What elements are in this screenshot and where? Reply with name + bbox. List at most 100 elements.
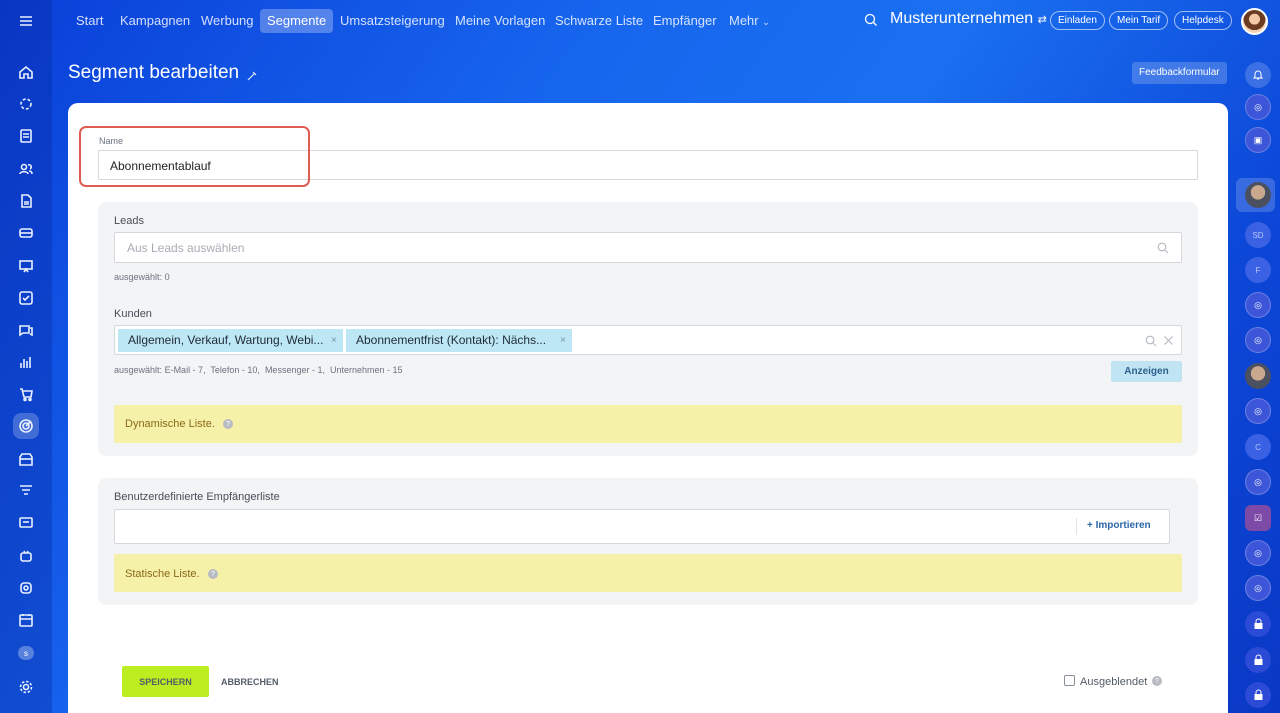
bell-icon[interactable] xyxy=(1245,62,1271,88)
customers-label: Kunden xyxy=(114,308,152,320)
name-highlight xyxy=(79,126,310,187)
nav-meine-vorlagen[interactable]: Meine Vorlagen xyxy=(448,9,552,33)
nav-empfaenger[interactable]: Empfänger xyxy=(646,9,724,33)
chevron-down-icon: ⌄ xyxy=(762,17,770,27)
nav-segmente[interactable]: Segmente xyxy=(260,9,334,33)
left-sidebar: s xyxy=(0,0,52,713)
leads-selected-count: 0 xyxy=(164,272,170,282)
company-name-label: Musterunternehmen xyxy=(890,10,1034,27)
custom-list-label: Benutzerdefinierte Empfängerliste xyxy=(114,491,280,503)
avatar[interactable] xyxy=(1245,182,1271,208)
avatar[interactable] xyxy=(1245,363,1271,389)
chat-search-icon[interactable]: ▣ xyxy=(1245,127,1271,153)
customer-tag[interactable]: Abonnementfrist (Kontakt): Nächs... × xyxy=(346,329,572,352)
document-icon[interactable] xyxy=(13,123,39,149)
custom-list-input[interactable] xyxy=(114,509,1170,544)
funnel-icon[interactable] xyxy=(13,478,39,504)
tasks-icon[interactable]: ☑ xyxy=(1245,505,1271,531)
presentation-icon[interactable] xyxy=(13,253,39,279)
card-icon[interactable] xyxy=(13,220,39,246)
dynamic-list-text: Dynamische Liste. xyxy=(125,418,215,430)
feedback-button[interactable]: Feedbackformular xyxy=(1132,62,1227,84)
analytics-icon[interactable] xyxy=(13,349,39,375)
tag-label: Allgemein, Verkauf, Wartung, Webi... xyxy=(128,333,324,347)
robot-icon[interactable] xyxy=(13,543,39,569)
import-button[interactable]: + Importieren xyxy=(1087,520,1151,531)
pin-icon[interactable] xyxy=(246,69,258,81)
cart-icon[interactable] xyxy=(13,381,39,407)
customers-selected: ausgewählt: E-Mail - 7, Telefon - 10, Me… xyxy=(114,365,403,375)
leads-placeholder: Aus Leads auswählen xyxy=(127,241,245,255)
marketing-icon[interactable]: ◎ xyxy=(1245,469,1271,495)
marketing-icon[interactable]: ◎ xyxy=(1245,327,1271,353)
user-avatar[interactable] xyxy=(1241,8,1268,35)
top-navigation: Start Kampagnen Werbung Segmente Umsatzs… xyxy=(52,0,1280,42)
hidden-checkbox[interactable] xyxy=(1064,675,1075,686)
home-icon[interactable] xyxy=(13,59,39,85)
nav-schwarze-liste[interactable]: Schwarze Liste xyxy=(548,9,650,33)
static-list-note xyxy=(114,554,1182,592)
marketing-icon[interactable]: ◎ xyxy=(1245,575,1271,601)
dynamic-list-note xyxy=(114,405,1182,443)
marketing-icon[interactable]: ◎ xyxy=(1245,94,1271,120)
search-icon[interactable] xyxy=(1157,242,1169,254)
chat-icon[interactable] xyxy=(13,317,39,343)
company-name[interactable]: Musterunternehmen ⇄ xyxy=(890,10,1047,28)
lock-icon[interactable] xyxy=(1245,611,1271,637)
nav-werbung[interactable]: Werbung xyxy=(194,9,261,33)
contacts-icon[interactable] xyxy=(13,156,39,182)
avatar-c[interactable]: C xyxy=(1245,434,1271,460)
invite-button[interactable]: Einladen xyxy=(1050,11,1105,30)
search-icon[interactable] xyxy=(1145,335,1157,347)
remove-tag-icon[interactable]: × xyxy=(331,329,337,352)
screen-icon[interactable] xyxy=(13,510,39,536)
marketing-icon[interactable]: ◎ xyxy=(1245,540,1271,566)
page-title: Segment bearbeiten xyxy=(68,62,240,83)
search-icon[interactable] xyxy=(864,13,878,27)
helpdesk-button[interactable]: Helpdesk xyxy=(1174,11,1232,30)
clear-icon[interactable] xyxy=(1163,335,1174,346)
tasks-icon[interactable] xyxy=(13,285,39,311)
static-list-text: Statische Liste. xyxy=(125,568,200,580)
help-icon[interactable]: ? xyxy=(223,419,233,429)
leads-selected: ausgewählt: 0 xyxy=(114,272,170,282)
lock-icon[interactable] xyxy=(1245,647,1271,673)
avatar-sd[interactable]: SD xyxy=(1245,222,1271,248)
store-icon[interactable] xyxy=(13,446,39,472)
nav-umsatzsteigerung[interactable]: Umsatzsteigerung xyxy=(333,9,452,33)
leads-label: Leads xyxy=(114,215,144,227)
cancel-button[interactable]: ABBRECHEN xyxy=(221,677,279,687)
plan-button[interactable]: Mein Tarif xyxy=(1109,11,1169,30)
nav-kampagnen[interactable]: Kampagnen xyxy=(113,9,197,33)
marketing-icon[interactable] xyxy=(13,413,39,439)
menu-icon[interactable] xyxy=(13,8,39,34)
separator xyxy=(1076,518,1077,535)
tag-label: Abonnementfrist (Kontakt): Nächs... xyxy=(356,333,547,347)
right-sidebar: ◎ ▣ SD F ◎ ◎ ◎ C ◎ ☑ ◎ ◎ xyxy=(1236,42,1280,713)
switch-icon: ⇄ xyxy=(1037,14,1047,26)
avatar-f[interactable]: F xyxy=(1245,257,1271,283)
leads-selected-label: ausgewählt: xyxy=(114,272,163,282)
marketing-icon[interactable]: ◎ xyxy=(1245,398,1271,424)
nav-more[interactable]: Mehr ⌄ xyxy=(722,9,777,33)
leads-input[interactable]: Aus Leads auswählen xyxy=(114,232,1182,263)
customers-selected-counts: E-Mail - 7, Telefon - 10, Messenger - 1,… xyxy=(164,365,403,375)
hidden-checkbox-label: Ausgeblendet xyxy=(1080,676,1148,688)
shield-icon[interactable] xyxy=(13,575,39,601)
user-badge[interactable]: s xyxy=(18,646,34,660)
nav-more-label: Mehr xyxy=(729,13,759,28)
save-button[interactable]: SPEICHERN xyxy=(122,666,209,697)
customer-tag[interactable]: Allgemein, Verkauf, Wartung, Webi... × xyxy=(118,329,343,352)
settings-icon[interactable] xyxy=(13,674,39,700)
lock-icon[interactable] xyxy=(1245,682,1271,708)
customers-selected-label: ausgewählt: xyxy=(114,365,163,375)
marketing-icon[interactable]: ◎ xyxy=(1245,292,1271,318)
help-icon[interactable]: ? xyxy=(1152,676,1162,686)
calendar-icon[interactable] xyxy=(13,607,39,633)
show-button[interactable]: Anzeigen xyxy=(1111,361,1182,382)
file-icon[interactable] xyxy=(13,188,39,214)
help-icon[interactable]: ? xyxy=(208,569,218,579)
remove-tag-icon[interactable]: × xyxy=(560,329,566,352)
nav-start[interactable]: Start xyxy=(69,9,110,33)
puzzle-icon[interactable] xyxy=(13,91,39,117)
